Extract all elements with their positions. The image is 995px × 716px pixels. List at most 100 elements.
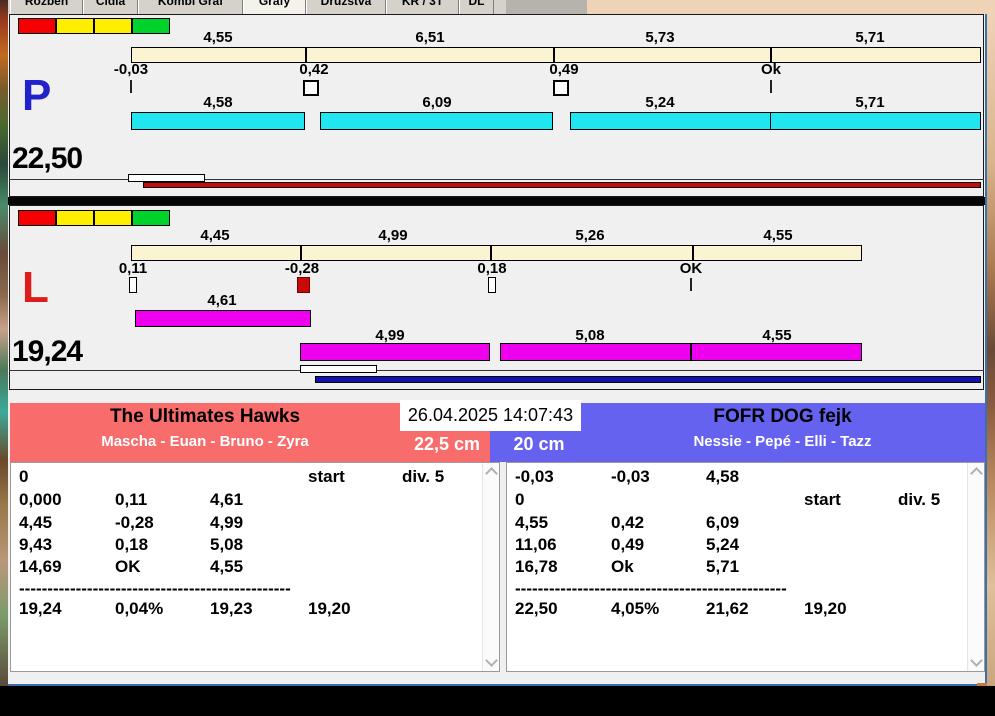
p-split-tick <box>770 80 772 93</box>
p-bar-label: 5,71 <box>855 94 885 111</box>
l-scale-label: 4,55 <box>763 227 793 244</box>
list-item[interactable]: 9,43 0,18 5,08 <box>11 535 499 557</box>
chevron-down-icon[interactable] <box>970 654 983 667</box>
l-status-box-green <box>132 210 170 226</box>
l-split-slot <box>488 277 496 293</box>
tab-kr-3t[interactable]: KR / 3T <box>386 0 459 14</box>
l-bar-label: 4,99 <box>375 327 405 344</box>
list-item-summary[interactable]: 22,50 4,05% 21,62 19,20 <box>507 599 984 621</box>
l-marker-box <box>300 365 377 373</box>
p-scale-label: 5,71 <box>855 29 885 46</box>
tab-grafy[interactable]: Grafy <box>243 0 306 14</box>
p-scale-label: 5,73 <box>645 29 675 46</box>
l-time-bar <box>691 343 862 361</box>
p-bar-label: 4,58 <box>203 94 233 111</box>
list-item[interactable]: 4,45 -0,28 4,99 <box>11 513 499 535</box>
team-left-name: The Ultimates Hawks <box>109 406 301 427</box>
list-item[interactable]: 0 start div. 5 <box>11 467 499 489</box>
p-lane-letter: P <box>22 71 52 120</box>
datetime-box: 26.04.2025 14:07:43 <box>400 400 581 431</box>
list-item-divider: ----------------------------------------… <box>19 579 291 598</box>
p-marker-box <box>128 174 205 182</box>
scrollbar-left-list[interactable] <box>482 463 499 671</box>
tab-cidla[interactable]: Čidla <box>83 0 138 14</box>
screen-bottom-band <box>0 686 995 716</box>
chevron-down-icon[interactable] <box>485 654 498 667</box>
desktop-edge-right <box>987 14 995 686</box>
p-time-bar <box>320 112 553 130</box>
l-split-label: 0,11 <box>118 260 148 277</box>
p-status-box-yellow1 <box>56 18 94 34</box>
p-status-box-yellow2 <box>94 18 132 34</box>
desktop-edge-top-right <box>587 0 995 14</box>
height-left-label: 22,5 cm <box>413 434 481 454</box>
l-split-slot-filled <box>297 277 310 293</box>
tab-dl[interactable]: DL <box>459 0 494 14</box>
l-time-bar <box>500 343 691 361</box>
tab-kombi-graf[interactable]: Kombi Graf <box>138 0 243 14</box>
l-scale-divider <box>300 245 302 261</box>
p-bar-label: 5,24 <box>645 94 675 111</box>
scrollbar-right-list[interactable] <box>967 463 984 671</box>
p-split-checkbox <box>553 80 569 96</box>
list-item[interactable]: 4,55 0,42 6,09 <box>507 513 984 535</box>
app-window: Rozběh Čidla Kombi Graf Grafy Družstva K… <box>0 0 995 716</box>
l-baseline <box>9 370 984 371</box>
l-split-tick <box>690 278 692 291</box>
l-split-label: OK <box>679 260 703 277</box>
p-time-bar <box>131 112 305 130</box>
list-item-divider: ----------------------------------------… <box>515 579 787 598</box>
chevron-up-icon[interactable] <box>485 467 498 480</box>
p-status-box-green <box>132 18 170 34</box>
p-time-bar <box>570 112 771 130</box>
l-status-box-red <box>18 210 56 226</box>
p-split-label: -0,03 <box>113 61 149 78</box>
p-split-tick <box>130 80 132 93</box>
list-item[interactable]: 14,69 OK 4,55 <box>11 557 499 579</box>
lane-l-panel <box>9 205 984 390</box>
l-scale-label: 5,26 <box>575 227 605 244</box>
p-scale-label: 4,55 <box>203 29 233 46</box>
list-item[interactable]: 16,78 Ok 5,71 <box>507 557 984 579</box>
desktop-edge-left <box>0 0 8 686</box>
list-item[interactable]: 0,000 0,11 4,61 <box>11 490 499 512</box>
p-progress-bar <box>143 182 981 188</box>
l-bar-label: 4,55 <box>762 327 792 344</box>
window-border-right <box>985 14 987 684</box>
l-scale-bar <box>131 245 862 261</box>
p-bar-label: 6,09 <box>422 94 452 111</box>
l-scale-divider <box>490 245 492 261</box>
p-split-label: Ok <box>760 61 781 78</box>
team-right-name: FOFR DOG fejk <box>713 406 852 427</box>
tab-rozbeh[interactable]: Rozběh <box>10 0 83 14</box>
l-status-box-yellow2 <box>94 210 132 226</box>
tab-bar-filler <box>506 0 587 14</box>
l-split-label: -0,28 <box>284 260 320 277</box>
results-list-right: -0,03 -0,03 4,58 0 start div. 5 4,55 0,4… <box>506 462 985 672</box>
l-lane-total: 19,24 <box>12 335 83 368</box>
p-status-box-red <box>18 18 56 34</box>
tab-bar: Rozběh Čidla Kombi Graf Grafy Družstva K… <box>8 0 587 14</box>
l-time-bar <box>300 343 490 361</box>
l-split-slot <box>129 277 137 293</box>
team-left-members: Mascha - Euan - Bruno - Zyra <box>101 433 309 450</box>
l-scale-label: 4,99 <box>378 227 408 244</box>
lane-separator <box>8 197 985 205</box>
l-scale-label: 4,45 <box>200 227 230 244</box>
p-split-label: 0,42 <box>299 61 329 78</box>
l-split-label: 0,18 <box>477 260 507 277</box>
list-item-summary[interactable]: 19,24 0,04% 19,23 19,20 <box>11 599 499 621</box>
l-time-bar <box>135 310 311 327</box>
list-item[interactable]: -0,03 -0,03 4,58 <box>507 467 984 489</box>
list-item[interactable]: 11,06 0,49 5,24 <box>507 535 984 557</box>
p-split-checkbox <box>303 80 319 96</box>
p-scale-label: 6,51 <box>415 29 445 46</box>
l-bar-label: 4,61 <box>207 292 237 309</box>
l-progress-bar <box>315 376 981 383</box>
l-status-box-yellow1 <box>56 210 94 226</box>
tab-druzstva[interactable]: Družstva <box>306 0 386 14</box>
list-item[interactable]: 0 start div. 5 <box>507 490 984 512</box>
l-bar-label: 5,08 <box>575 327 605 344</box>
chevron-up-icon[interactable] <box>970 467 983 480</box>
team-right-members: Nessie - Pepé - Elli - Tazz <box>693 433 872 450</box>
